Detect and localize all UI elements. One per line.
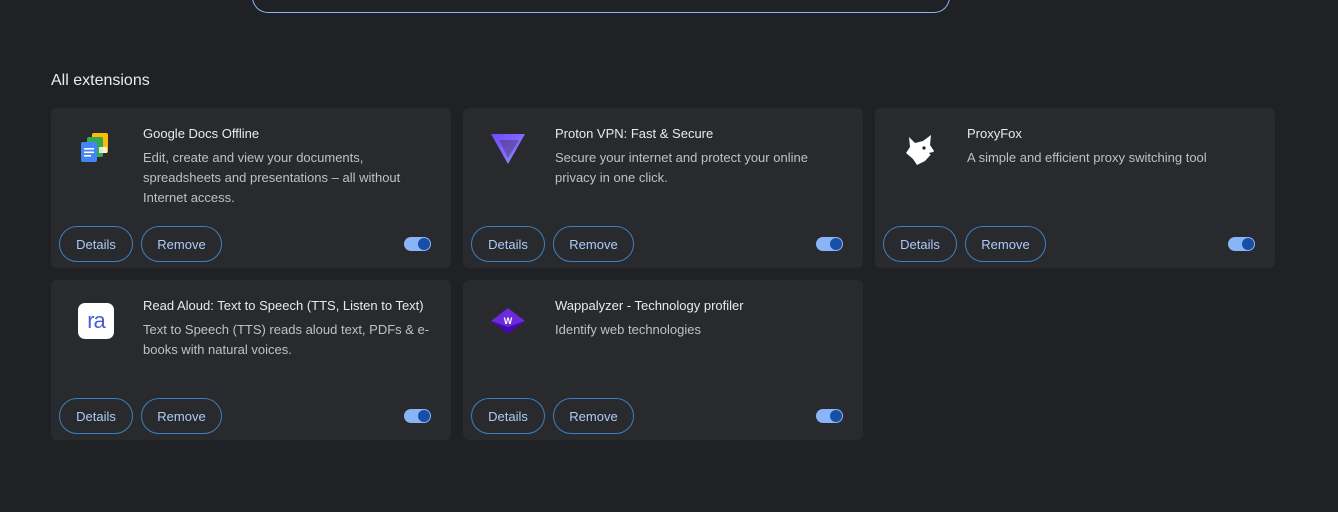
extension-description: Identify web technologies <box>555 322 701 337</box>
extension-name: ProxyFox <box>967 126 1022 141</box>
proton-vpn-icon <box>487 128 529 170</box>
remove-button[interactable]: Remove <box>141 226 222 262</box>
extension-description: Edit, create and view your documents, sp… <box>143 150 401 205</box>
extension-name: Read Aloud: Text to Speech (TTS, Listen … <box>143 298 424 313</box>
extension-card-proton-vpn: Proton VPN: Fast & Secure Secure your in… <box>463 108 863 268</box>
extension-description: Secure your internet and protect your on… <box>555 150 808 185</box>
details-button[interactable]: Details <box>471 398 545 434</box>
enable-toggle[interactable] <box>1228 236 1255 252</box>
extension-card-proxyfox: ProxyFox A simple and efficient proxy sw… <box>875 108 1275 268</box>
extension-description: A simple and efficient proxy switching t… <box>967 150 1207 165</box>
enable-toggle[interactable] <box>404 236 431 252</box>
details-button[interactable]: Details <box>59 398 133 434</box>
extension-name: Wappalyzer - Technology profiler <box>555 298 744 313</box>
details-button[interactable]: Details <box>883 226 957 262</box>
extension-card-read-aloud: ra Read Aloud: Text to Speech (TTS, List… <box>51 280 451 440</box>
read-aloud-icon: ra <box>75 300 117 342</box>
proxyfox-icon <box>899 128 941 170</box>
extension-name: Proton VPN: Fast & Secure <box>555 126 714 141</box>
section-title: All extensions <box>51 72 150 89</box>
extension-name: Google Docs Offline <box>143 126 260 141</box>
enable-toggle[interactable] <box>816 236 843 252</box>
enable-toggle[interactable] <box>404 408 431 424</box>
remove-button[interactable]: Remove <box>141 398 222 434</box>
details-button[interactable]: Details <box>471 226 545 262</box>
enable-toggle[interactable] <box>816 408 843 424</box>
wappalyzer-icon-text: W <box>504 316 513 326</box>
read-aloud-icon-text: ra <box>87 308 106 333</box>
remove-button[interactable]: Remove <box>553 398 634 434</box>
google-docs-offline-icon <box>75 128 117 170</box>
extension-card-wappalyzer: W Wappalyzer - Technology profiler Ident… <box>463 280 863 440</box>
details-button[interactable]: Details <box>59 226 133 262</box>
extension-card-google-docs-offline: Google Docs Offline Edit, create and vie… <box>51 108 451 268</box>
wappalyzer-icon: W <box>487 300 529 342</box>
remove-button[interactable]: Remove <box>553 226 634 262</box>
search-bar[interactable] <box>252 0 950 13</box>
remove-button[interactable]: Remove <box>965 226 1046 262</box>
extension-description: Text to Speech (TTS) reads aloud text, P… <box>143 322 430 357</box>
